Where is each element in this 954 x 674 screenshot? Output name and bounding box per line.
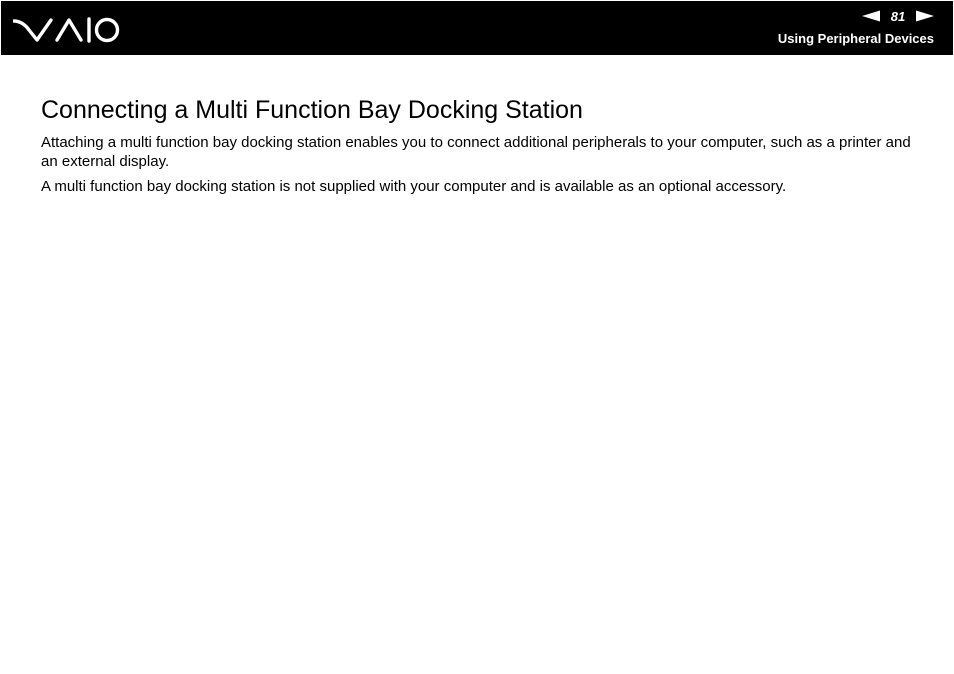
page-navigation: 81 [862, 8, 934, 24]
paragraph-availability: A multi function bay docking station is … [41, 178, 787, 195]
previous-page-icon[interactable] [862, 10, 882, 22]
vaio-logo [13, 17, 120, 43]
page-number: 81 [890, 8, 906, 24]
next-page-icon[interactable] [914, 10, 934, 22]
paragraph-intro: Attaching a multi function bay docking s… [41, 134, 911, 170]
section-title: Using Peripheral Devices [777, 31, 934, 46]
header-bar: 81 Using Peripheral Devices [1, 1, 953, 55]
page-title: Connecting a Multi Function Bay Docking … [41, 96, 583, 124]
